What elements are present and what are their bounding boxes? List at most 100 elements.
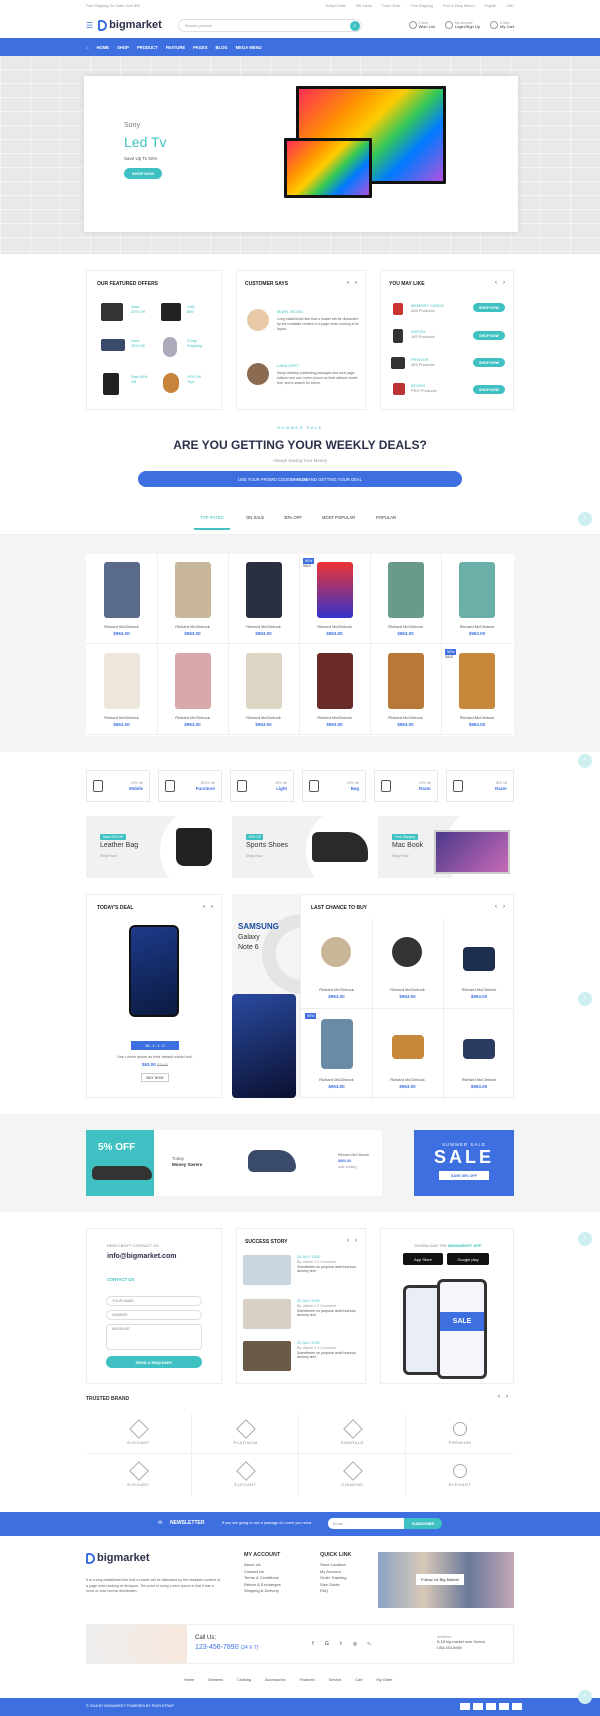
summer-sale-banner[interactable]: SUMMER SALE SALE SAVE 30% OFF: [414, 1130, 514, 1196]
prev-arrow-icon[interactable]: ‹: [347, 1238, 349, 1244]
post-image[interactable]: [243, 1299, 291, 1329]
footer-link[interactable]: Womens: [208, 1678, 223, 1682]
contact-email[interactable]: info@bigmarket.com: [107, 1253, 176, 1260]
logo[interactable]: bigmarket: [98, 19, 162, 31]
nav-item[interactable]: PRODUCT: [137, 45, 158, 50]
footer-link[interactable]: Clothing: [237, 1678, 251, 1682]
nav-item[interactable]: HOME: [97, 45, 110, 50]
brand-logo[interactable]: EMERALD: [300, 1414, 406, 1454]
facebook-icon[interactable]: f: [309, 1641, 317, 1649]
brand-logo[interactable]: ELEGANT: [86, 1455, 192, 1495]
footer-link[interactable]: Terms & Conditions: [244, 1575, 281, 1581]
nav-item[interactable]: MEGA MENU: [236, 45, 262, 50]
category-bag[interactable]: 15% off Bag: [302, 770, 366, 802]
next-arrow-icon[interactable]: ›: [355, 280, 357, 286]
search-icon[interactable]: ⌕: [349, 20, 360, 31]
scroll-top-button[interactable]: ^: [578, 1232, 592, 1246]
shop-now-button[interactable]: SHOP NOW: [473, 385, 505, 394]
footer-logo[interactable]: bigmarket: [86, 1552, 150, 1564]
instagram-gallery[interactable]: Follow Us Big Market: [378, 1552, 514, 1608]
wishlist-button[interactable]: 0 Item Wish List: [408, 21, 435, 29]
promo-leather-bag[interactable]: Save 20% Off Leather Bag Shop Now: [86, 816, 230, 878]
hero-shop-button[interactable]: SHOP NOW: [124, 168, 162, 179]
footer-link[interactable]: Shipping & Delivery: [244, 1588, 281, 1594]
brand-logo[interactable]: ELEGANT: [407, 1455, 513, 1495]
prev-arrow-icon[interactable]: ‹: [495, 280, 497, 286]
product-card[interactable]: Richard McClintock $963.00: [370, 645, 442, 735]
scroll-top-button[interactable]: ^: [578, 754, 592, 768]
brand-logo[interactable]: PREMIUM: [407, 1414, 513, 1454]
prev-arrow-icon[interactable]: ‹: [495, 904, 497, 910]
product-card[interactable]: NEW Richard McClintock $963.00: [301, 1009, 373, 1099]
footer-link[interactable]: My Order: [377, 1678, 393, 1682]
post-image[interactable]: [243, 1341, 291, 1371]
brand-logo[interactable]: PLATINUM: [193, 1414, 299, 1454]
currency-select[interactable]: USD: [506, 4, 514, 8]
footer-link[interactable]: FAQ: [320, 1588, 351, 1594]
account-button[interactable]: My Account Login/Sign Up: [444, 21, 480, 29]
mouse-image[interactable]: [163, 337, 177, 357]
footer-link[interactable]: Accessories: [265, 1678, 285, 1682]
product-card[interactable]: Richard McClintock $963.00: [228, 554, 300, 644]
prev-arrow-icon[interactable]: ‹: [347, 280, 349, 286]
brand-logo[interactable]: DIAMOND: [300, 1455, 406, 1495]
product-card[interactable]: Richard McClintock $963.00: [372, 1009, 444, 1099]
google-play-button[interactable]: Google play: [447, 1253, 489, 1265]
money-saver-banner[interactable]: 5% OFF Today Money Savers Richard McClint…: [86, 1130, 382, 1196]
search-input[interactable]: Search product ⌕: [177, 18, 362, 32]
next-arrow-icon[interactable]: ›: [503, 280, 505, 286]
tab-30-off[interactable]: 30% OFF: [284, 515, 302, 520]
subscribe-button[interactable]: SUBSCRIBE: [404, 1518, 442, 1529]
product-card[interactable]: Richard McClintock $963.00: [299, 645, 371, 735]
topbar-link[interactable]: Free & Easy Return: [443, 4, 475, 8]
product-card[interactable]: Richard McClintock $963.00: [443, 1009, 515, 1099]
shop-now-button[interactable]: SHOP NOW: [473, 331, 505, 340]
product-card[interactable]: Richard McClintock $963.00: [372, 919, 444, 1009]
brand-logo[interactable]: ELEGANT: [193, 1455, 299, 1495]
shoe-image[interactable]: [101, 339, 125, 351]
menu-icon[interactable]: ☰: [86, 21, 93, 30]
next-arrow-icon[interactable]: ›: [506, 1394, 508, 1400]
cart-button[interactable]: 0 Item My Cart: [490, 21, 514, 29]
tab-top-rated[interactable]: TOP RATED: [194, 515, 230, 530]
number-field[interactable]: NUMBER: [106, 1310, 202, 1320]
nav-item[interactable]: SHOP: [117, 45, 129, 50]
category-light[interactable]: 30% off Light: [230, 770, 294, 802]
next-arrow-icon[interactable]: ›: [503, 904, 505, 910]
camera-image[interactable]: [101, 303, 123, 321]
product-card[interactable]: Richard McClintock $963.00: [228, 645, 300, 735]
nav-item[interactable]: BLOG: [216, 45, 228, 50]
product-card[interactable]: Richard McClintock $963.00: [157, 554, 229, 644]
next-arrow-icon[interactable]: ›: [211, 904, 213, 910]
scroll-top-button[interactable]: ^: [578, 1690, 592, 1704]
toy-image[interactable]: [163, 373, 179, 393]
product-card[interactable]: Richard McClintock $963.00: [370, 554, 442, 644]
tab-on-sale[interactable]: ON SALE: [246, 515, 264, 520]
topbar-link[interactable]: Gift Cards: [355, 4, 371, 8]
category-mobile[interactable]: 20% off Mobile: [86, 770, 150, 802]
tab-popular[interactable]: POPULAR: [376, 515, 396, 520]
newsletter-email-input[interactable]: Email...: [328, 1518, 404, 1529]
rss-icon[interactable]: ∿: [365, 1641, 373, 1649]
console-image[interactable]: [161, 303, 181, 321]
next-arrow-icon[interactable]: ›: [355, 1238, 357, 1244]
message-field[interactable]: MESSAGE: [106, 1324, 202, 1350]
product-card[interactable]: Richard McClintock $963.00: [301, 919, 373, 1009]
category-furniture[interactable]: $20% off Furniture: [158, 770, 222, 802]
footer-link[interactable]: Featured: [299, 1678, 314, 1682]
nav-item[interactable]: FEATURE: [166, 45, 185, 50]
instagram-icon[interactable]: ◎: [351, 1641, 359, 1649]
promo-sports-shoes[interactable]: 50% Off Sports Shoes Shop Now: [232, 816, 376, 878]
category-razer[interactable]: $20 off Razer: [446, 770, 514, 802]
shop-now-button[interactable]: SHOP NOW: [473, 303, 505, 312]
shop-now-button[interactable]: SHOP NOW: [473, 358, 505, 367]
product-card[interactable]: NEW SALE Richard McClintock $963.00: [299, 554, 371, 644]
follow-us-label[interactable]: Follow Us Big Market: [416, 1574, 464, 1585]
language-select[interactable]: English: [485, 4, 497, 8]
buy-now-button[interactable]: BUY NOW: [141, 1073, 169, 1082]
brand-logo[interactable]: ELEGANT: [86, 1414, 192, 1454]
name-field[interactable]: YOUR NAME: [106, 1296, 202, 1306]
prev-arrow-icon[interactable]: ‹: [498, 1394, 500, 1400]
topbar-link[interactable]: Today's Deal: [325, 4, 345, 8]
product-card[interactable]: NEW SALE Richard McClintock $963.00: [441, 645, 513, 735]
